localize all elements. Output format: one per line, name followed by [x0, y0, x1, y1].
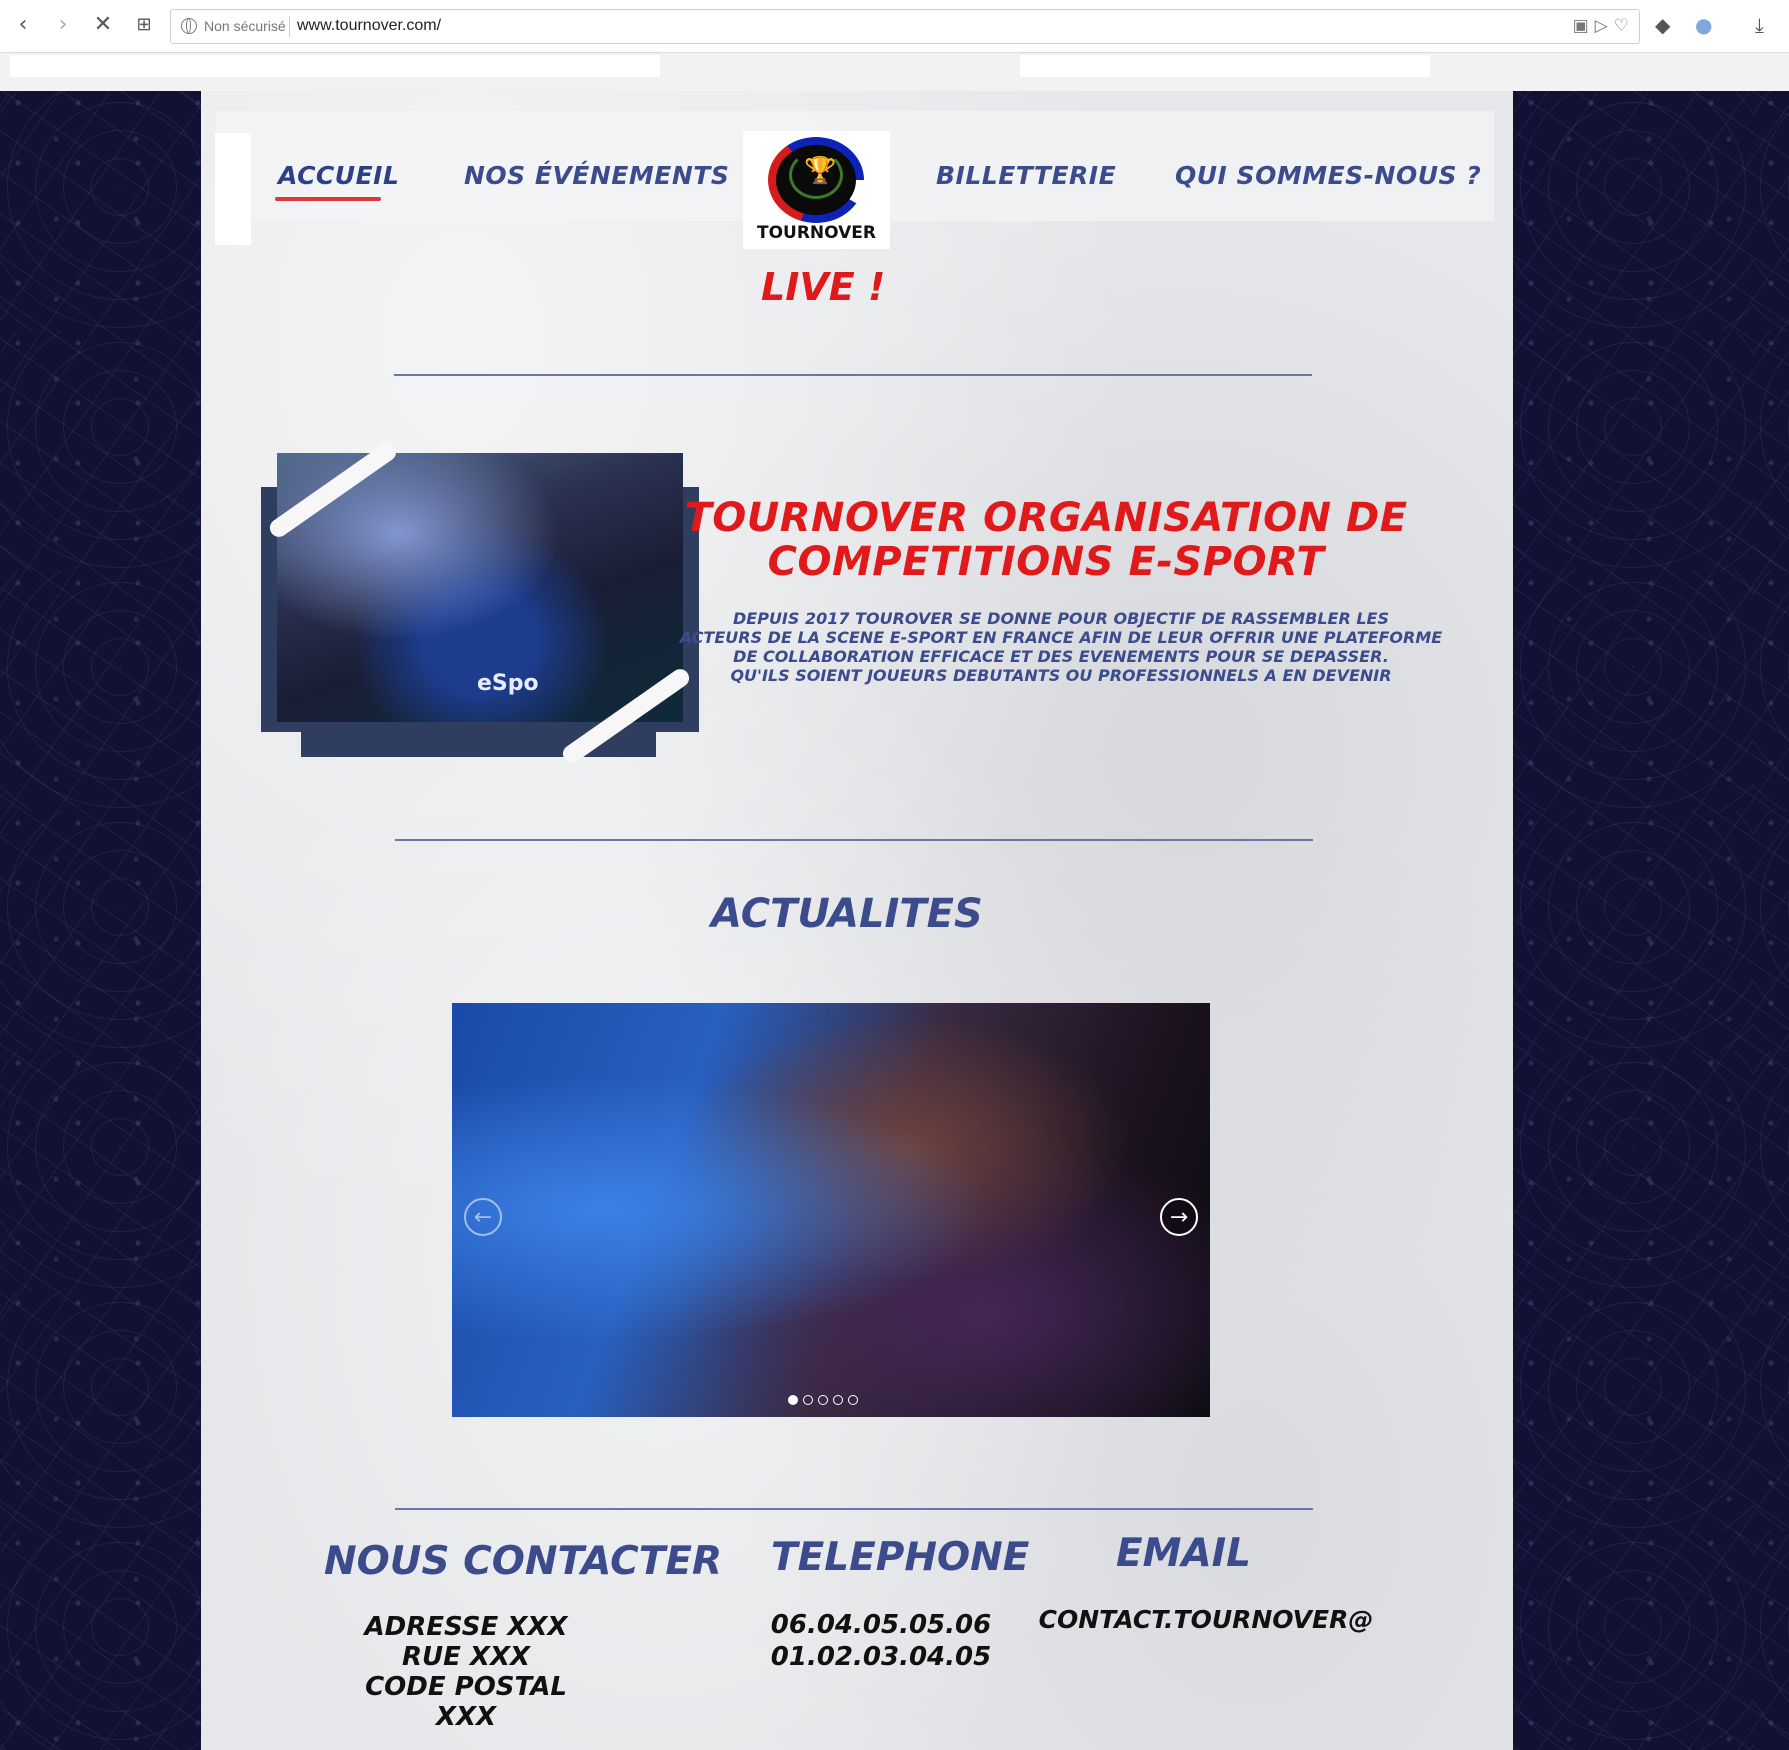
intro-line: ACTEURS DE LA SCENE E-SPORT EN FRANCE AF… [679, 628, 1443, 647]
news-title: ACTUALITES [711, 891, 983, 937]
news-carousel[interactable]: ← → [452, 1003, 1210, 1417]
address-block: ADRESSE XXX RUE XXX CODE POSTAL XXX [331, 1612, 601, 1732]
logo-text: TOURNOVER [756, 223, 877, 243]
stop-loading-icon[interactable]: ✕ [90, 12, 116, 38]
address-line: ADRESSE XXX [364, 1612, 568, 1642]
intro-title-line-1: TOURNOVER ORGANISATION DE [684, 495, 1408, 541]
phone-number[interactable]: 01.02.03.04.05 [761, 1641, 1001, 1673]
divider-3 [395, 1508, 1313, 1510]
email-title: EMAIL [1116, 1531, 1251, 1576]
heart-bookmark-icon[interactable]: ♡ [1614, 15, 1629, 37]
trophy-icon: 🏆 [804, 156, 837, 186]
address-line: RUE XXX [401, 1642, 531, 1672]
forward-icon[interactable]: › [50, 12, 76, 38]
send-icon[interactable]: ▷ [1595, 15, 1608, 37]
profile-extension-icon[interactable]: ● [1695, 14, 1712, 36]
carousel-prev-button[interactable]: ← [464, 1198, 502, 1236]
phone-number[interactable]: 06.04.05.05.06 [761, 1609, 1001, 1641]
nav-billetterie[interactable]: BILLETTERIE [936, 161, 1116, 190]
address-bar[interactable]: Non sécurisé www.tournover.com/ ▣ ▷ ♡ [170, 9, 1640, 44]
header-side-tab [215, 133, 251, 245]
divider-1 [394, 374, 1312, 376]
carousel-dot[interactable] [803, 1395, 813, 1405]
nav-qui-sommes-nous[interactable]: QUI SOMMES-NOUS ? [1175, 161, 1481, 190]
evernote-extension-icon[interactable]: ◆ [1655, 14, 1670, 36]
right-background-pattern [1513, 91, 1789, 1750]
globe-icon [181, 18, 197, 34]
intro-line: DE COLLABORATION EFFICACE ET DES EVENEME… [733, 647, 1389, 666]
intro-line: QU'ILS SOIENT JOUEURS DEBUTANTS OU PROFE… [730, 666, 1392, 685]
url-text[interactable]: www.tournover.com/ [297, 17, 441, 35]
address-line: CODE POSTAL XXX [365, 1672, 567, 1732]
phone-title: TELEPHONE [771, 1535, 1030, 1580]
tabs-grid-icon[interactable]: ⊞ [131, 12, 157, 38]
left-background-pattern [0, 91, 201, 1750]
download-icon[interactable]: ⤓ [1755, 14, 1764, 36]
nav-evenements[interactable]: NOS ÉVÉNEMENTS [464, 161, 729, 190]
intro-title: TOURNOVER ORGANISATION DE COMPETITIONS E… [661, 496, 1431, 584]
nav-accueil[interactable]: ACCUEIL [278, 161, 399, 190]
security-status[interactable]: Non sécurisé [204, 18, 286, 34]
contact-title: NOUS CONTACTER [324, 1539, 722, 1584]
cube-extension-icon[interactable]: ▣ [1573, 15, 1589, 37]
live-link[interactable]: LIVE ! [761, 265, 885, 309]
address-bar-divider [289, 16, 290, 37]
back-icon[interactable]: ‹ [10, 12, 36, 38]
email-address[interactable]: CONTACT.TOURNOVER@ [1031, 1605, 1381, 1635]
carousel-dot[interactable] [833, 1395, 843, 1405]
phone-block: 06.04.05.05.06 01.02.03.04.05 [761, 1609, 1001, 1673]
site-logo[interactable]: 🏆 TOURNOVER [743, 131, 890, 249]
carousel-next-button[interactable]: → [1160, 1198, 1198, 1236]
page-content: ACCUEIL NOS ÉVÉNEMENTS 🏆 TOURNOVER BILLE… [201, 91, 1513, 1750]
carousel-dot[interactable] [848, 1395, 858, 1405]
intro-line: DEPUIS 2017 TOUROVER SE DONNE POUR OBJEC… [733, 609, 1389, 628]
photo-jersey-text: eSpo [477, 671, 539, 696]
carousel-indicators [788, 1395, 858, 1405]
intro-title-line-2: COMPETITIONS E-SPORT [767, 539, 1325, 585]
browser-toolbar: ‹ › ✕ ⊞ Non sécurisé www.tournover.com/ … [0, 0, 1789, 53]
nav-active-underline [275, 197, 381, 201]
carousel-dot[interactable] [818, 1395, 828, 1405]
carousel-dot[interactable] [788, 1395, 798, 1405]
intro-description: DEPUIS 2017 TOUROVER SE DONNE POUR OBJEC… [671, 609, 1451, 685]
page-loading-strip [0, 53, 1789, 91]
divider-2 [395, 839, 1313, 841]
